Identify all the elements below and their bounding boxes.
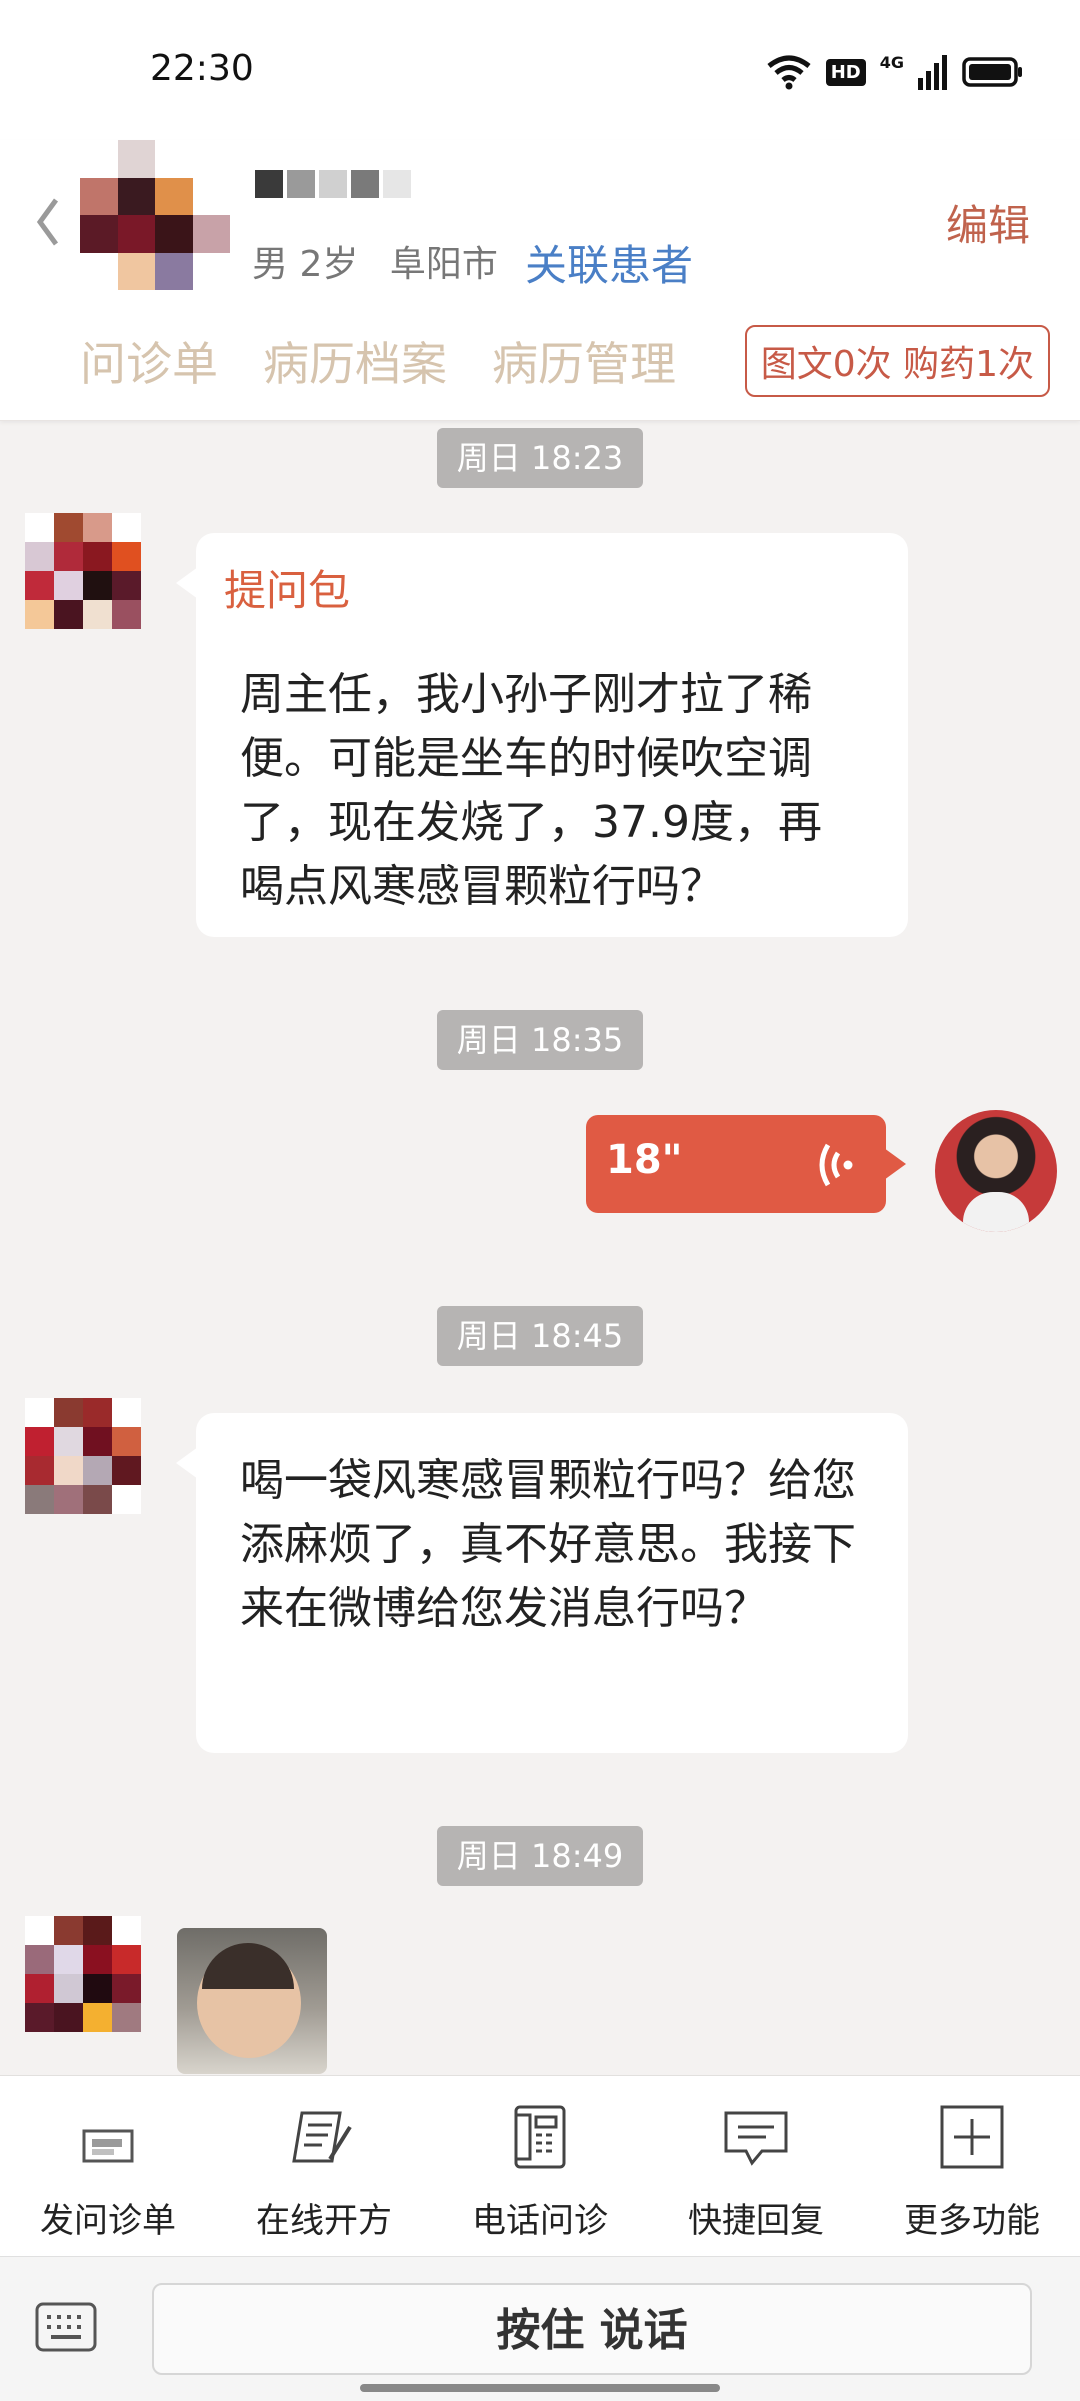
tab-medical-records[interactable]: 病历档案 — [263, 328, 447, 394]
timestamp: 周日 18:49 — [437, 1826, 643, 1886]
patient-chat-avatar[interactable] — [25, 1916, 141, 2032]
tool-label: 在线开方 — [256, 2201, 392, 2241]
hold-to-talk-button[interactable]: 按住 说话 — [152, 2283, 1032, 2375]
tool-label: 更多功能 — [904, 2201, 1040, 2241]
tool-label: 电话问诊 — [472, 2201, 608, 2241]
form-icon — [82, 2129, 134, 2163]
keyboard-icon[interactable] — [35, 2302, 97, 2352]
patient-city: 阜阳市 — [389, 244, 498, 285]
voice-message-bubble[interactable]: 18" — [586, 1115, 906, 1213]
tool-label: 发问诊单 — [40, 2201, 176, 2241]
message-bubble[interactable]: 提问包 周主任，我小孙子刚才拉了稀便。可能是坐车的时候吹空调了，现在发烧了，37… — [176, 533, 908, 937]
status-time: 22:30 — [150, 48, 254, 89]
patient-header: 男 2岁 阜阳市 关联患者 编辑 问诊单 病历档案 病历管理 图文0次 购药1次 — [0, 140, 1080, 421]
header-tabs: 问诊单 病历档案 病历管理 — [80, 328, 676, 394]
back-icon[interactable] — [30, 192, 66, 252]
patient-avatar[interactable] — [80, 140, 230, 290]
input-bar: 按住 说话 — [0, 2256, 1080, 2401]
link-patient-button[interactable]: 关联患者 — [525, 232, 693, 293]
online-prescription-button[interactable]: 在线开方 — [224, 2101, 424, 2242]
patient-name-redacted — [255, 170, 411, 198]
function-toolbar: 发问诊单 在线开方 电话问诊 快捷回复 更多功能 — [0, 2075, 1080, 2256]
home-indicator[interactable] — [360, 2384, 720, 2392]
phone-consultation-button[interactable]: 电话问诊 — [440, 2101, 640, 2242]
patient-chat-avatar[interactable] — [25, 1398, 141, 1514]
message-text: 喝一袋风寒感冒颗粒行吗？给您添麻烦了，真不好意思。我接下来在微博给您发消息行吗？ — [240, 1455, 856, 1634]
message-bubble[interactable]: 喝一袋风寒感冒颗粒行吗？给您添麻烦了，真不好意思。我接下来在微博给您发消息行吗？ — [176, 1413, 908, 1753]
timestamp: 周日 18:23 — [437, 428, 643, 488]
voice-wave-icon — [819, 1143, 853, 1187]
phone-icon — [514, 2105, 566, 2169]
prescription-icon — [292, 2111, 352, 2163]
tab-consultation-form[interactable]: 问诊单 — [80, 328, 218, 394]
patient-gender-age: 男 2岁 — [252, 244, 359, 285]
service-count-badge[interactable]: 图文0次 购药1次 — [744, 325, 1050, 397]
tab-record-management[interactable]: 病历管理 — [492, 328, 676, 394]
system-icons: HD 4G — [766, 52, 1024, 92]
patient-chat-avatar[interactable] — [25, 513, 141, 629]
timestamp: 周日 18:45 — [437, 1306, 643, 1366]
hd-badge: HD — [825, 58, 866, 86]
voice-duration: 18" — [606, 1137, 683, 1183]
battery-icon — [962, 57, 1022, 87]
child-photo-hair — [202, 1943, 294, 1989]
plus-icon — [940, 2105, 1004, 2169]
patient-info: 男 2岁 阜阳市 — [252, 235, 518, 287]
doctor-avatar[interactable] — [935, 1110, 1057, 1232]
wifi-icon — [767, 55, 811, 90]
quick-reply-button[interactable]: 快捷回复 — [656, 2101, 856, 2242]
tool-label: 快捷回复 — [688, 2201, 824, 2241]
send-consultation-form-button[interactable]: 发问诊单 — [8, 2101, 208, 2242]
image-message-thumbnail[interactable] — [177, 1928, 327, 2074]
message-text: 周主任，我小孙子刚才拉了稀便。可能是坐车的时候吹空调了，现在发烧了，37.9度，… — [240, 669, 822, 912]
status-bar: 22:30 HD 4G — [0, 0, 1080, 140]
timestamp: 周日 18:35 — [437, 1010, 643, 1070]
question-package-title: 提问包 — [224, 566, 351, 615]
more-functions-button[interactable]: 更多功能 — [872, 2101, 1072, 2242]
network-type-label: 4G — [879, 52, 904, 72]
edit-button[interactable]: 编辑 — [946, 192, 1030, 253]
quick-reply-icon — [724, 2111, 788, 2166]
signal-icon — [918, 55, 947, 90]
